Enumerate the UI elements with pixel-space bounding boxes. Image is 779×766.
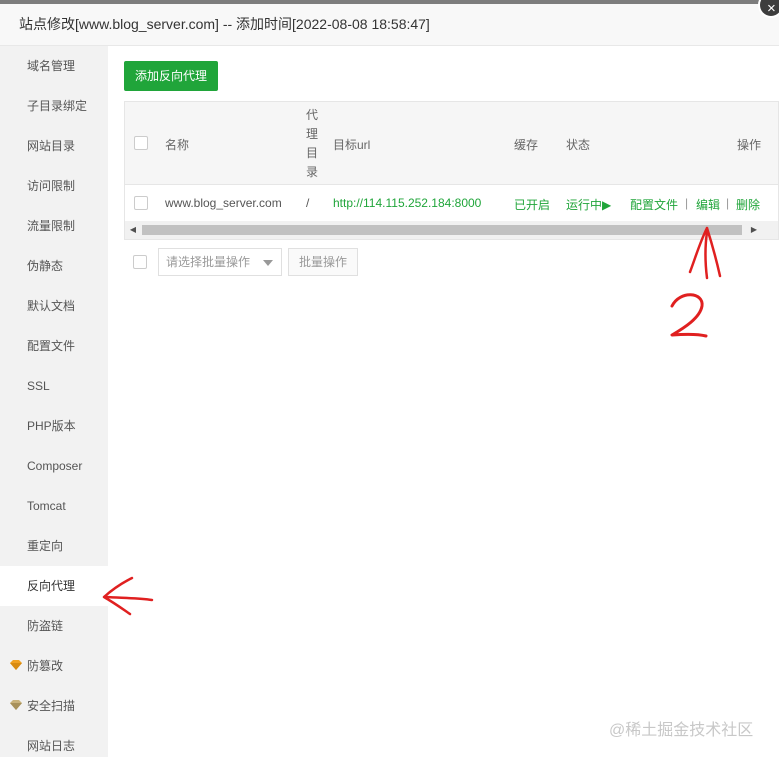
- table-row: www.blog_server.com / http://114.115.252…: [125, 185, 778, 221]
- gem-icon: [10, 700, 22, 710]
- batch-select-all-checkbox[interactable]: [133, 255, 147, 269]
- cell-cache: 已开启: [514, 198, 551, 212]
- sidebar-item-ssl[interactable]: SSL: [0, 366, 108, 406]
- horizontal-scrollbar[interactable]: ◀ ▶: [125, 221, 778, 239]
- main-panel: 添加反向代理 名称 代理目录 目标url 缓存 状态 操作 www.blog_s…: [108, 46, 779, 757]
- select-all-checkbox[interactable]: [134, 136, 148, 150]
- cell-proxy-dir: /: [306, 196, 310, 210]
- scrollbar-thumb[interactable]: [142, 225, 742, 235]
- column-header-target-url: 目标url: [333, 138, 371, 152]
- sidebar: 域名管理 子目录绑定 网站目录 访问限制 流量限制 伪静态 默认文档 配置文件 …: [0, 46, 108, 757]
- watermark: @稀土掘金技术社区: [609, 722, 754, 739]
- scroll-left-icon[interactable]: ◀: [125, 221, 141, 239]
- sidebar-item-site-log[interactable]: 网站日志: [0, 726, 108, 766]
- sidebar-item-reverse-proxy[interactable]: 反向代理: [0, 566, 108, 606]
- column-header-name: 名称: [165, 138, 190, 152]
- sidebar-item-rewrite[interactable]: 伪静态: [0, 246, 108, 286]
- sidebar-item-composer[interactable]: Composer: [0, 446, 108, 486]
- action-separator: |: [685, 196, 689, 210]
- chevron-down-icon: [263, 260, 273, 266]
- status-toggle[interactable]: 运行中▶: [566, 196, 611, 213]
- sidebar-item-config-file[interactable]: 配置文件: [0, 326, 108, 366]
- sidebar-item-label: 安全扫描: [27, 699, 76, 713]
- batch-operate-button[interactable]: 批量操作: [288, 248, 358, 276]
- sidebar-item-php-version[interactable]: PHP版本: [0, 406, 108, 446]
- dialog-title: 站点修改[www.blog_server.com] -- 添加时间[2022-0…: [0, 4, 779, 46]
- sidebar-item-redirect[interactable]: 重定向: [0, 526, 108, 566]
- sidebar-item-subdir-bind[interactable]: 子目录绑定: [0, 86, 108, 126]
- sidebar-item-tamper-proof[interactable]: 防篡改: [0, 646, 108, 686]
- column-header-status: 状态: [566, 138, 591, 152]
- column-header-actions: 操作: [737, 138, 762, 152]
- sidebar-item-default-doc[interactable]: 默认文档: [0, 286, 108, 326]
- batch-select-placeholder: 请选择批量操作: [166, 255, 251, 269]
- edit-link[interactable]: 编辑: [696, 196, 720, 213]
- column-header-cache: 缓存: [514, 138, 539, 152]
- batch-action-select[interactable]: 请选择批量操作: [158, 248, 282, 276]
- sidebar-item-label: 防篡改: [27, 659, 64, 673]
- sidebar-item-site-dir[interactable]: 网站目录: [0, 126, 108, 166]
- cell-name: www.blog_server.com: [165, 196, 282, 210]
- gem-icon: [10, 660, 22, 670]
- sidebar-item-security-scan[interactable]: 安全扫描: [0, 686, 108, 726]
- cell-target-url: http://114.115.252.184:8000: [333, 196, 482, 210]
- sidebar-item-access-limit[interactable]: 访问限制: [0, 166, 108, 206]
- sidebar-item-tomcat[interactable]: Tomcat: [0, 486, 108, 526]
- action-separator: |: [726, 196, 730, 210]
- proxy-table: 名称 代理目录 目标url 缓存 状态 操作 www.blog_server.c…: [124, 101, 779, 240]
- sidebar-item-domain[interactable]: 域名管理: [0, 46, 108, 86]
- scroll-right-icon[interactable]: ▶: [746, 221, 762, 239]
- sidebar-item-traffic-limit[interactable]: 流量限制: [0, 206, 108, 246]
- sidebar-item-hotlink[interactable]: 防盗链: [0, 606, 108, 646]
- row-checkbox[interactable]: [134, 196, 148, 210]
- delete-link[interactable]: 删除: [736, 196, 760, 213]
- table-header: 名称 代理目录 目标url 缓存 状态 操作: [125, 102, 778, 185]
- column-header-proxy-dir: 代理目录: [305, 108, 318, 179]
- config-file-link[interactable]: 配置文件: [630, 196, 678, 213]
- add-reverse-proxy-button[interactable]: 添加反向代理: [124, 61, 218, 91]
